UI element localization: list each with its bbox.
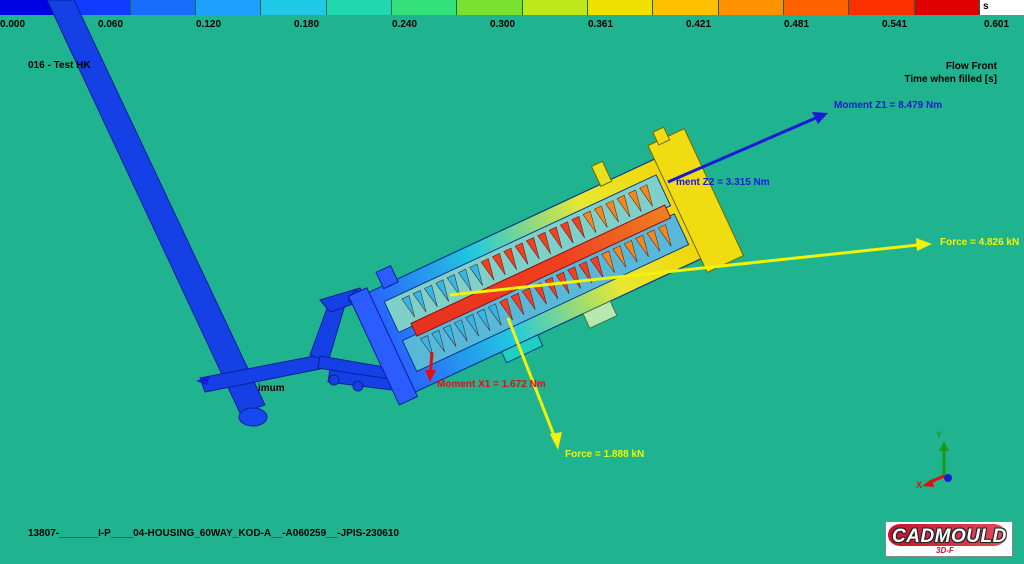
runner-system (46, 0, 411, 427)
result-title: Flow Front (945, 61, 997, 72)
logo-subtext: 3D-F (936, 546, 954, 555)
cadmould-logo: CADMOULD 3D-F (885, 521, 1013, 557)
force-right-label: Force = 4.826 kN (940, 237, 1020, 248)
logo-text: CADMOULD (892, 526, 1007, 547)
result-title-block: Flow Front Time when filled [s] (904, 60, 997, 86)
housing-part[interactable] (340, 120, 745, 415)
moment-z2-label: ment Z2 = 3.315 Nm (676, 177, 770, 188)
force-down-label: Force = 1.888 kN (565, 449, 645, 460)
coordinate-axes-triad (922, 441, 952, 487)
axis-y-label: Y (936, 430, 943, 440)
moment-z1-label: Moment Z1 = 8.479 Nm (834, 100, 943, 111)
project-name: 016 - Test HK (28, 60, 91, 71)
axis-x-label: X (916, 480, 923, 490)
minimum-marker-label: imum (258, 383, 285, 394)
viewport-3d[interactable] (0, 0, 1024, 564)
result-subtitle: Time when filled [s] (904, 74, 997, 85)
file-name: 13807-_______I-P____04-HOUSING_60WAY_KOD… (28, 528, 399, 539)
moment-x1-label: Moment X1 = 1.672 Nm (437, 379, 546, 390)
